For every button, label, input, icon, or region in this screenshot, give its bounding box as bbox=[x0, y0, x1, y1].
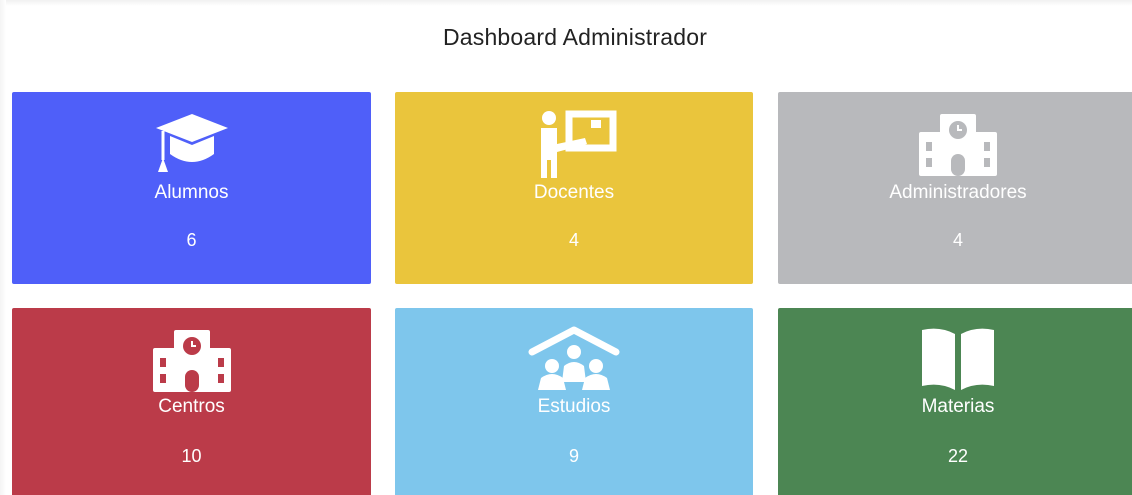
top-shadow bbox=[0, 0, 1132, 6]
card-estudios[interactable]: Estudios 9 bbox=[395, 308, 753, 495]
people-roof-icon bbox=[528, 326, 620, 397]
card-label: Docentes bbox=[533, 182, 615, 203]
card-label: Administradores bbox=[889, 182, 1027, 203]
card-docentes[interactable]: Docentes 4 bbox=[395, 92, 753, 284]
card-centros[interactable]: Centros 10 bbox=[12, 308, 371, 495]
left-shadow bbox=[0, 0, 6, 495]
card-label: Materias bbox=[921, 396, 995, 417]
card-administradores[interactable]: Administradores 4 bbox=[778, 92, 1132, 284]
card-materias[interactable]: Materias 22 bbox=[778, 308, 1132, 495]
card-count: 4 bbox=[568, 230, 579, 250]
school-building-icon bbox=[149, 326, 235, 397]
graduation-cap-icon bbox=[154, 110, 230, 181]
card-count: 9 bbox=[568, 446, 579, 466]
school-building-icon bbox=[915, 110, 1001, 181]
open-book-icon bbox=[918, 326, 998, 397]
teacher-board-icon bbox=[531, 110, 617, 185]
card-count: 4 bbox=[952, 230, 963, 250]
card-label: Centros bbox=[158, 396, 225, 417]
card-label: Estudios bbox=[537, 396, 611, 417]
card-alumnos[interactable]: Alumnos 6 bbox=[12, 92, 371, 284]
dashboard-page: Dashboard Administrador Alumnos 6 Docent… bbox=[0, 0, 1132, 495]
card-label: Alumnos bbox=[154, 182, 229, 203]
card-count: 6 bbox=[186, 230, 197, 250]
card-count: 10 bbox=[181, 446, 202, 466]
card-count: 22 bbox=[947, 446, 969, 466]
page-title: Dashboard Administrador bbox=[442, 24, 708, 50]
